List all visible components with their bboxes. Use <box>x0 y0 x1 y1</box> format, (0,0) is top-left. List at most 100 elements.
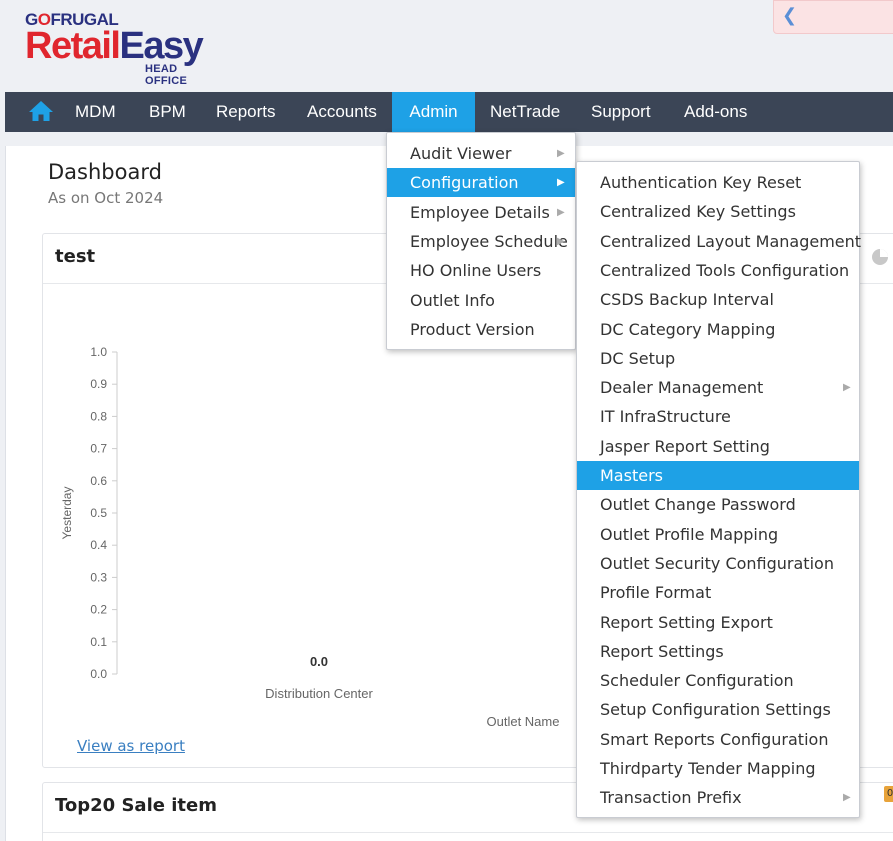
admin-menu-item-employee-schedule[interactable]: Employee Schedule ▶ <box>387 227 575 256</box>
y-tick-label: 0.0 <box>90 667 107 681</box>
menu-item-label: Masters <box>600 466 663 485</box>
menu-item-label: Report Settings <box>600 641 724 661</box>
y-tick-label: 0.6 <box>90 474 107 488</box>
admin-menu-item-outlet-info[interactable]: Outlet Info <box>387 286 575 315</box>
menu-item-label: IT InfraStructure <box>600 407 731 427</box>
config-menu-item-centralized-layout-management[interactable]: Centralized Layout Management <box>577 227 862 256</box>
config-menu-item-csds-backup-interval[interactable]: CSDS Backup Interval <box>577 285 859 314</box>
home-icon[interactable] <box>28 99 54 123</box>
nav-addons[interactable]: Add-ons <box>668 92 763 132</box>
count-badge: 0 <box>884 786 893 802</box>
configuration-submenu: Authentication Key Reset Centralized Key … <box>576 161 862 818</box>
nav-mdm[interactable]: MDM <box>59 92 132 132</box>
menu-item-label: Outlet Change Password <box>600 495 796 515</box>
caret-right-icon: ▶ <box>843 792 851 804</box>
y-tick-label: 0.4 <box>90 538 107 552</box>
menu-item-label: Transaction Prefix <box>600 788 742 808</box>
config-menu-item-report-settings[interactable]: Report Settings <box>577 637 859 666</box>
admin-menu-item-employee-details[interactable]: Employee Details ▶ <box>387 198 575 227</box>
menu-item-label: Employee Schedule <box>410 231 568 251</box>
caret-right-icon: ▶ <box>557 235 565 247</box>
brand-product: RetailEasy <box>25 25 204 67</box>
brand-edition: HEAD OFFICE <box>145 63 188 87</box>
config-menu-item-it-infrastructure[interactable]: IT InfraStructure <box>577 402 859 431</box>
menu-item-label: Jasper Report Setting <box>600 436 770 456</box>
y-axis-label: Yesterday <box>60 487 74 540</box>
menu-item-label: Authentication Key Reset <box>600 173 802 192</box>
menu-item-label: Thirdparty Tender Mapping <box>600 759 816 778</box>
admin-menu-item-ho-online-users[interactable]: HO Online Users <box>387 256 575 285</box>
y-tick-label: 0.7 <box>90 442 107 456</box>
admin-dropdown-menu: Audit Viewer ▶ Configuration ▶ Employee Deta… <box>386 132 576 350</box>
page-title: Dashboard <box>48 160 162 184</box>
menu-item-label: Scheduler Configuration <box>600 671 794 691</box>
menu-item-label: Outlet Profile Mapping <box>600 524 779 544</box>
menu-item-label: CSDS Backup Interval <box>600 290 774 310</box>
config-menu-item-outlet-change-password[interactable]: Outlet Change Password <box>577 490 859 519</box>
config-menu-item-masters[interactable]: Masters <box>577 461 859 490</box>
config-menu-item-scheduler-configuration[interactable]: Scheduler Configuration <box>577 666 859 695</box>
config-menu-item-outlet-profile-mapping[interactable]: Outlet Profile Mapping <box>577 520 859 549</box>
menu-item-label: Configuration <box>410 173 519 193</box>
caret-right-icon: ▶ <box>557 206 565 218</box>
config-menu-item-centralized-tools-configuration[interactable]: Centralized Tools Configuration <box>577 256 859 285</box>
menu-item-label: Centralized Tools Configuration <box>600 260 850 280</box>
menu-item-label: Dealer Management <box>600 378 764 398</box>
x-category-label: Distribution Center <box>265 686 373 701</box>
y-tick-label: 0.5 <box>90 506 107 520</box>
menu-item-label: DC Category Mapping <box>600 319 776 339</box>
menu-item-label: HO Online Users <box>410 261 542 281</box>
collapse-panel-button[interactable]: ❮ <box>773 0 893 34</box>
card-title: Top20 Sale item <box>55 795 217 816</box>
y-tick-label: 1.0 <box>90 345 107 359</box>
caret-right-icon: ▶ <box>557 148 565 159</box>
menu-item-label: Centralized Key Settings <box>600 202 796 222</box>
config-menu-item-jasper-report-setting[interactable]: Jasper Report Setting <box>577 432 859 461</box>
config-menu-item-dc-category-mapping[interactable]: DC Category Mapping <box>577 315 859 344</box>
config-menu-item-report-setting-export[interactable]: Report Setting Export <box>577 608 859 637</box>
admin-menu-item-audit-viewer[interactable]: Audit Viewer ▶ <box>387 139 575 168</box>
app-header: GOFRUGAL RetailEasy HEAD OFFICE ❮ <box>5 0 893 92</box>
menu-item-label: Setup Configuration Settings <box>600 700 831 720</box>
admin-menu-item-product-version[interactable]: Product Version <box>387 315 575 344</box>
caret-right-icon: ▶ <box>557 177 565 189</box>
config-menu-item-dc-setup[interactable]: DC Setup <box>577 344 859 373</box>
menu-item-label: Outlet Security Configuration <box>600 553 834 573</box>
gofrugal-logo[interactable]: GOFRUGAL RetailEasy HEAD OFFICE <box>25 10 204 87</box>
menu-item-label: Outlet Info <box>410 290 495 310</box>
menu-item-label: Audit Viewer <box>410 144 512 163</box>
config-menu-item-thirdparty-tender-mapping[interactable]: Thirdparty Tender Mapping <box>577 754 859 783</box>
y-tick-label: 0.1 <box>90 635 107 649</box>
config-menu-item-transaction-prefix[interactable]: Transaction Prefix ▶ <box>577 783 859 812</box>
y-tick-label: 0.2 <box>90 603 107 617</box>
menu-item-label: Report Setting Export <box>600 612 773 632</box>
nav-nettrade[interactable]: NetTrade <box>474 92 576 132</box>
menu-item-label: Employee Details <box>410 202 550 222</box>
bar-value-label: 0.0 <box>310 654 328 669</box>
menu-item-label: Smart Reports Configuration <box>600 729 829 749</box>
config-menu-item-profile-format[interactable]: Profile Format <box>577 578 859 607</box>
y-tick-label: 0.8 <box>90 409 107 423</box>
menu-item-label: Centralized Layout Management <box>600 231 862 251</box>
nav-reports[interactable]: Reports <box>200 92 292 132</box>
menu-item-label: DC Setup <box>600 348 676 368</box>
nav-bpm[interactable]: BPM <box>133 92 202 132</box>
menu-item-label: Product Version <box>410 319 535 339</box>
config-menu-item-setup-configuration-settings[interactable]: Setup Configuration Settings <box>577 695 859 724</box>
chevron-left-icon: ❮ <box>782 5 798 26</box>
config-menu-item-centralized-key-settings[interactable]: Centralized Key Settings <box>577 197 859 226</box>
y-tick-label: 0.3 <box>90 570 107 584</box>
nav-accounts[interactable]: Accounts <box>291 92 393 132</box>
caret-right-icon: ▶ <box>843 382 851 394</box>
nav-support[interactable]: Support <box>575 92 667 132</box>
nav-admin[interactable]: Admin <box>392 92 475 132</box>
config-menu-item-smart-reports-configuration[interactable]: Smart Reports Configuration <box>577 725 859 754</box>
main-navbar: MDM BPM Reports Accounts Admin NetTrade … <box>5 92 893 132</box>
y-tick-label: 0.9 <box>90 377 107 391</box>
config-menu-item-authentication-key-reset[interactable]: Authentication Key Reset <box>577 168 859 197</box>
admin-menu-item-configuration[interactable]: Configuration ▶ <box>387 168 575 198</box>
view-as-report-link[interactable]: View as report <box>77 737 185 755</box>
x-axis-label: Outlet Name <box>487 714 560 729</box>
config-menu-item-outlet-security-configuration[interactable]: Outlet Security Configuration <box>577 549 859 578</box>
config-menu-item-dealer-management[interactable]: Dealer Management ▶ <box>577 373 859 402</box>
